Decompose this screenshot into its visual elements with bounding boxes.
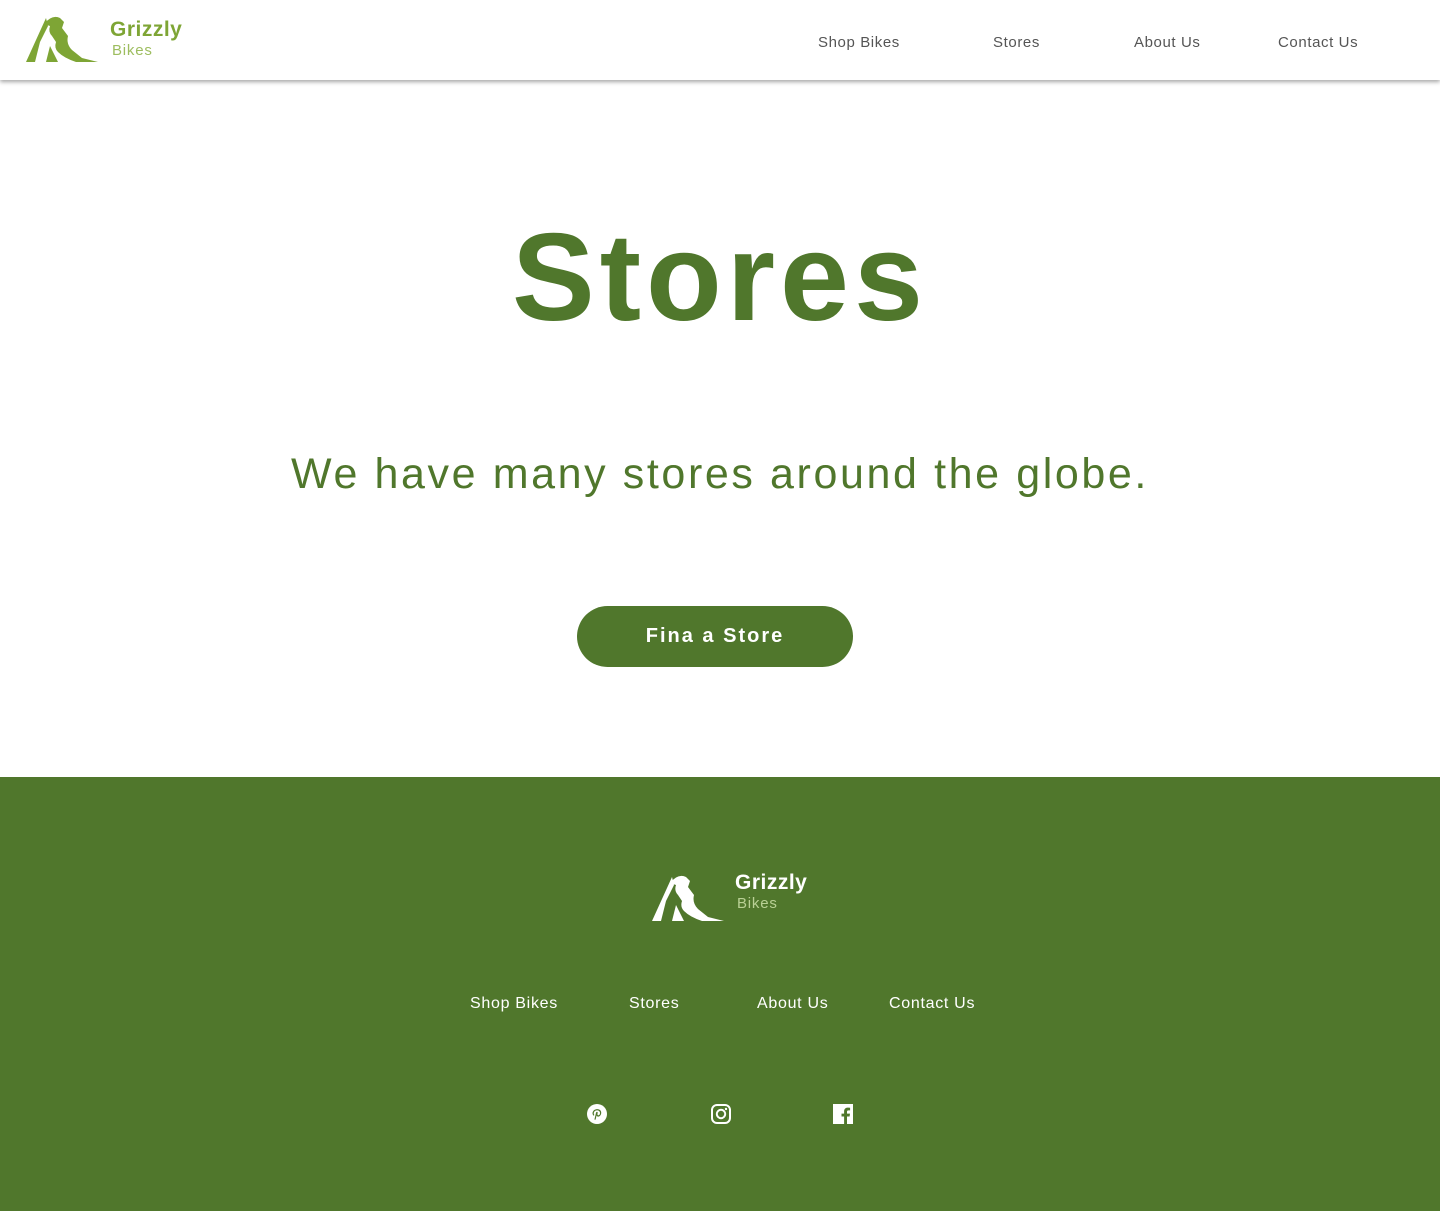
header-logo[interactable]: Grizzly Bikes: [24, 10, 194, 66]
nav-contact-us[interactable]: Contact Us: [1278, 34, 1358, 51]
pinterest-icon[interactable]: [586, 1103, 608, 1125]
footer-link-contact-us[interactable]: Contact Us: [889, 995, 975, 1013]
brand-name: Grizzly: [110, 18, 183, 41]
page-subtitle: We have many stores around the globe.: [291, 450, 1149, 498]
site-header: Grizzly Bikes Shop Bikes Stores About Us…: [0, 0, 1440, 80]
grizzly-logo-icon: [652, 875, 724, 921]
grizzly-logo-icon: [26, 16, 98, 62]
facebook-icon[interactable]: [832, 1103, 854, 1125]
find-store-button[interactable]: Fina a Store: [577, 606, 853, 667]
nav-about-us[interactable]: About Us: [1134, 34, 1201, 51]
page-title: Stores: [512, 209, 928, 347]
footer-link-shop-bikes[interactable]: Shop Bikes: [470, 995, 558, 1013]
footer-link-about-us[interactable]: About Us: [757, 995, 828, 1013]
nav-shop-bikes[interactable]: Shop Bikes: [818, 34, 900, 51]
footer-link-stores[interactable]: Stores: [629, 995, 679, 1013]
footer-brand-subtitle: Bikes: [737, 895, 778, 912]
footer-logo[interactable]: Grizzly Bikes: [650, 871, 820, 927]
footer-brand-name: Grizzly: [735, 871, 808, 894]
brand-subtitle: Bikes: [112, 42, 153, 59]
nav-stores[interactable]: Stores: [993, 34, 1040, 51]
instagram-icon[interactable]: [710, 1103, 732, 1125]
site-footer: Grizzly Bikes Shop Bikes Stores About Us…: [0, 777, 1440, 1211]
